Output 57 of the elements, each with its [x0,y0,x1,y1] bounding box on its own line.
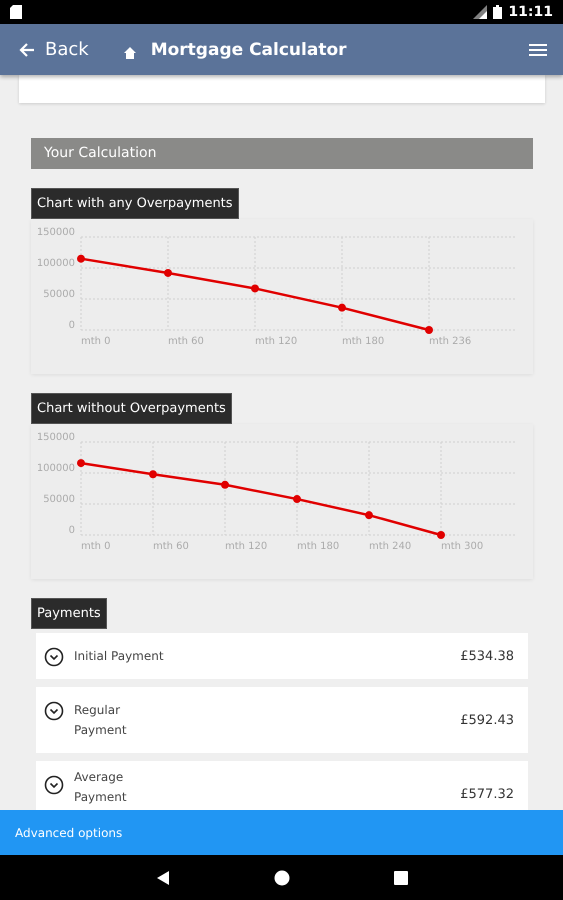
expand-icon [44,701,64,721]
x-axis-label: mth 180 [342,336,384,347]
payment-row[interactable]: Initial Payment £534.38 [36,633,528,679]
payment-value: £534.38 [460,648,514,664]
x-axis-label: mth 0 [81,336,111,347]
data-point [77,254,85,263]
x-axis-label: mth 60 [168,336,204,347]
y-axis-label: 0 [68,320,75,331]
y-axis-label: 150000 [36,227,75,238]
x-axis-label: mth 180 [297,541,340,552]
sd-card-icon [10,5,22,19]
chart-title: Chart without Overpayments [31,393,232,424]
signal-icon [473,5,488,19]
expand-icon [44,775,64,795]
payment-value: £577.32 [460,787,514,802]
x-axis-label: mth 0 [81,541,111,552]
data-point [338,304,346,312]
section-header: Your Calculation [31,138,533,169]
payments-title: Payments [31,598,107,629]
y-axis-label: 0 [68,525,75,536]
data-point [437,531,445,539]
app-title: Mortgage Calculator [150,40,348,60]
payment-row[interactable]: Regular Payment £592.43 [36,687,528,753]
data-point [293,495,301,504]
payment-label: Initial Payment [74,648,165,665]
x-axis-label: mth 236 [429,336,472,347]
x-axis-label: mth 300 [441,541,484,552]
payment-row[interactable]: Average Payment £577.32 [36,761,528,813]
clock: 11:11 [508,4,553,20]
payment-label: Average Payment [74,769,128,806]
battery-icon [493,5,502,19]
y-axis-label: 100000 [36,463,75,474]
payment-value: £592.43 [460,712,514,728]
recents-icon[interactable] [394,870,408,884]
data-point [221,480,229,489]
x-axis-label: mth 120 [255,336,298,347]
data-point [149,470,157,478]
y-axis-label: 100000 [36,258,75,269]
data-point [77,459,85,468]
x-axis-label: mth 240 [369,541,412,552]
expand-icon [44,647,64,667]
home-icon[interactable] [274,870,290,886]
payment-label: Regular Payment [74,702,128,739]
back-button[interactable]: Back [18,39,89,60]
data-point [251,284,259,292]
y-axis-label: 150000 [36,432,75,443]
data-point [164,268,172,277]
data-point [425,326,433,334]
y-axis-label: 50000 [43,494,75,505]
menu-icon[interactable] [529,42,547,56]
data-point [365,511,373,520]
back-arrow-icon [18,40,36,58]
back-icon[interactable] [156,870,170,886]
chart-title: Chart with any Overpayments [31,188,239,219]
x-axis-label: mth 60 [153,541,189,552]
x-axis-label: mth 120 [225,541,268,552]
y-axis-label: 50000 [43,289,75,300]
